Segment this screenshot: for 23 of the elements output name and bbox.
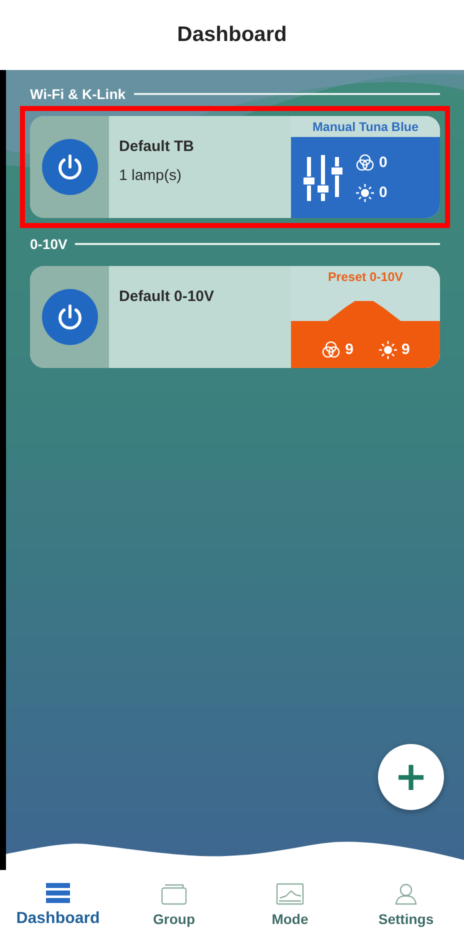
brightness-value: 0 xyxy=(379,184,388,201)
mode-title: Manual Tuna Blue xyxy=(311,119,420,136)
screen-title: Dashboard xyxy=(177,23,287,47)
color-mix-icon xyxy=(321,340,342,360)
lamp-count: 1 lamp(s) xyxy=(119,167,183,184)
lamp-card[interactable]: Default 0-10V Preset 0-10V 9 9 xyxy=(30,266,440,368)
section-title: Wi-Fi & K-Link xyxy=(30,86,126,102)
person-icon xyxy=(394,883,418,905)
server-stack-icon xyxy=(45,882,71,904)
brightness-value: 9 xyxy=(402,341,410,358)
device-name: Default TB xyxy=(119,138,195,155)
sliders-icon xyxy=(301,152,345,202)
lamp-card[interactable]: Default TB 1 lamp(s) Manual Tuna Blue 0 0 xyxy=(30,116,440,218)
section-title: 0-10V xyxy=(30,236,68,252)
brightness-icon xyxy=(378,340,398,360)
color-mix-icon xyxy=(355,152,375,172)
color-value: 0 xyxy=(379,154,388,171)
mode-title: Preset 0-10V xyxy=(326,269,404,286)
brightness-icon xyxy=(355,182,375,202)
line-chart-icon xyxy=(276,883,304,905)
device-name: Default 0-10V xyxy=(119,288,216,305)
folder-icon xyxy=(160,883,188,905)
color-value: 9 xyxy=(345,341,354,358)
